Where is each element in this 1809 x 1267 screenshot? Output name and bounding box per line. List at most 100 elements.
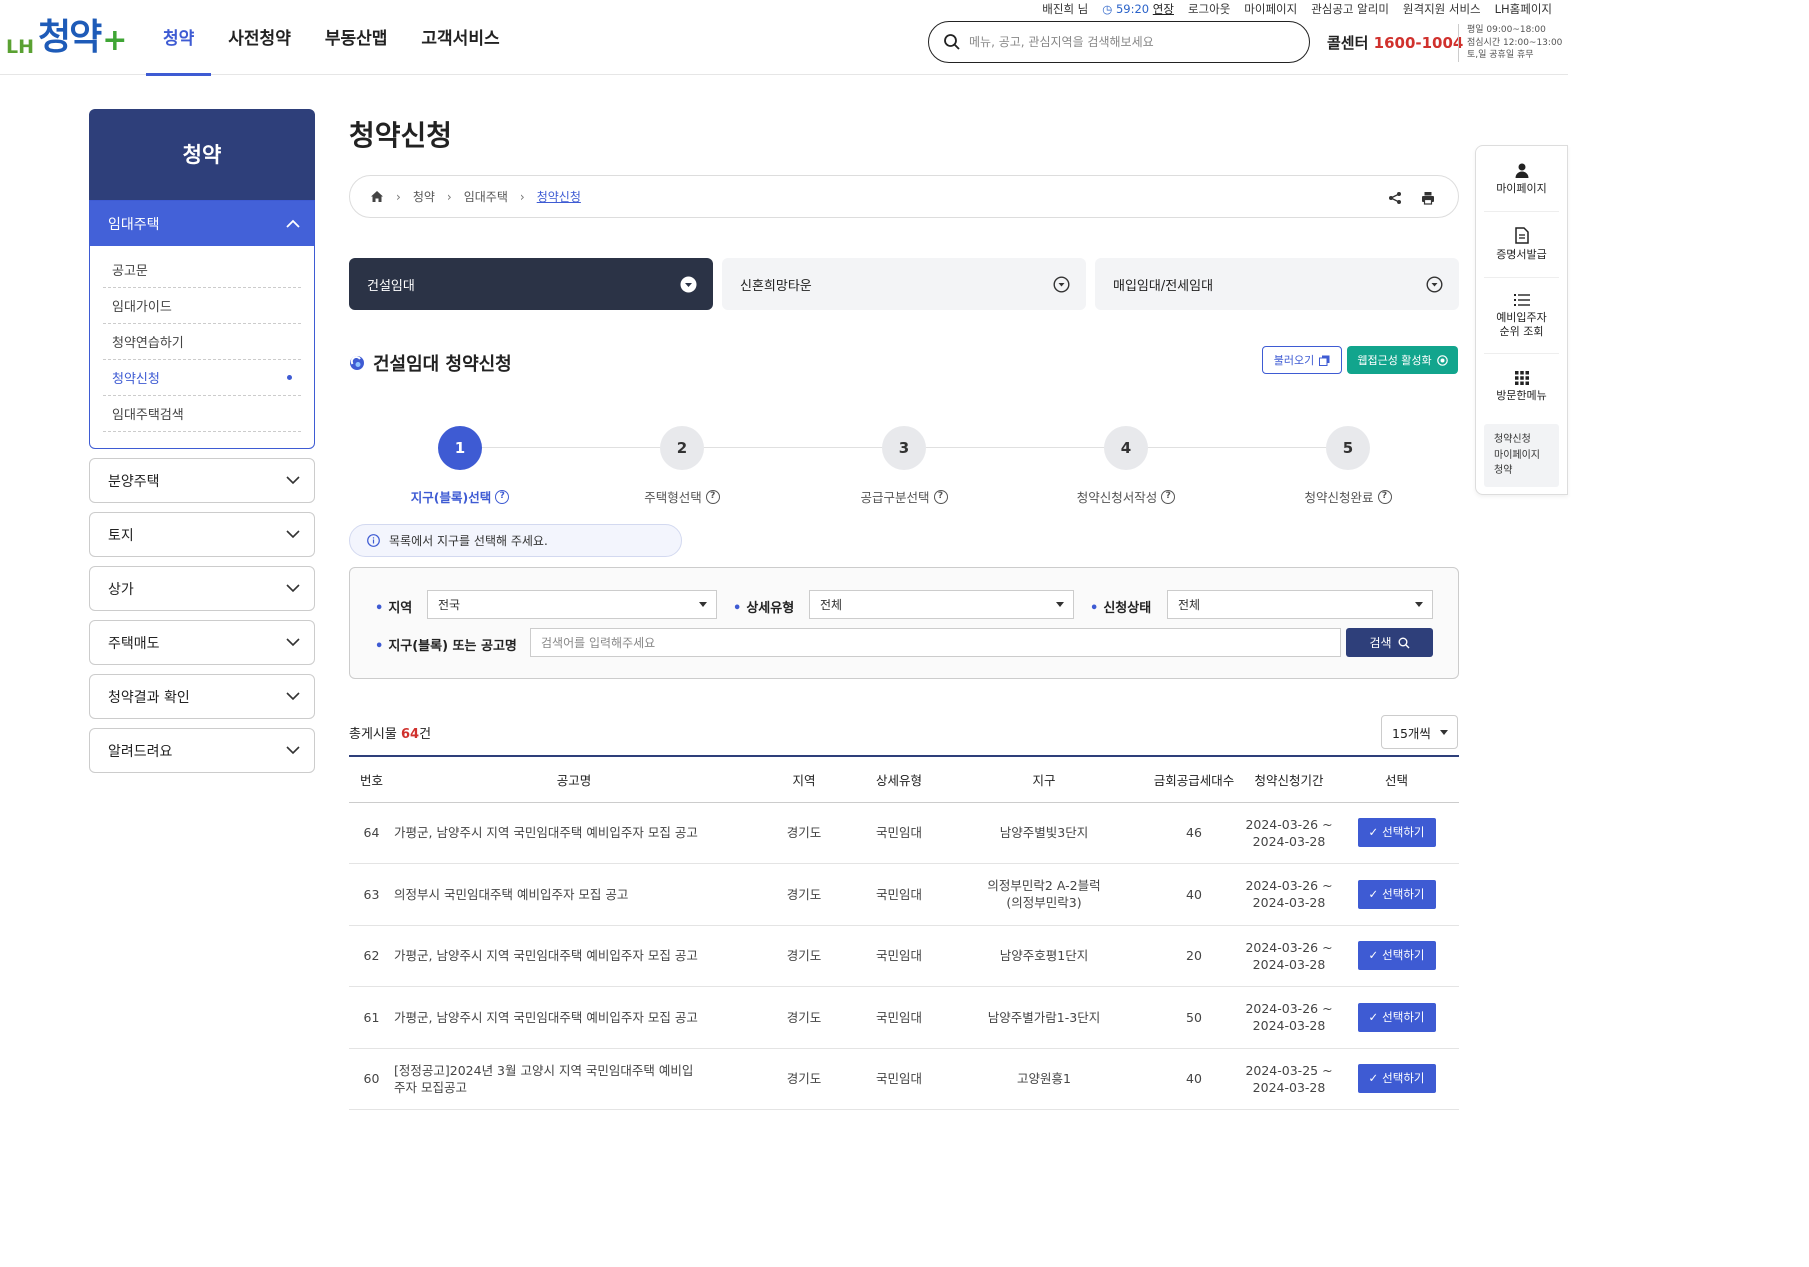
step-3: 3 공급구분선택?: [793, 426, 1015, 506]
share-icon[interactable]: [1388, 191, 1402, 205]
help-icon[interactable]: ?: [1161, 489, 1176, 504]
sidebar-title: 청약: [89, 109, 315, 202]
callcenter: 콜센터 1600-1004: [1327, 34, 1464, 52]
document-icon: [1514, 227, 1529, 244]
breadcrumb: › 청약 › 임대주택 › 청약신청: [349, 175, 1459, 218]
nav-subscription[interactable]: 청약: [146, 0, 212, 76]
grid-icon: [1514, 371, 1529, 385]
announcement-title: [정정공고]2024년 3월 고양시 지역 국민임대주택 예비입주자 모집공고: [394, 1062, 694, 1095]
help-icon[interactable]: ?: [1377, 489, 1392, 504]
per-page-select[interactable]: 15개씩: [1381, 715, 1458, 749]
quick-waitlist-rank[interactable]: 예비입주자 순위 조회: [1484, 278, 1559, 354]
quick-mypage[interactable]: 마이페이지: [1484, 146, 1559, 212]
sidebar-group-sale[interactable]: 분양주택: [89, 458, 315, 503]
sidebar-item-rental-guide[interactable]: 임대가이드: [103, 288, 301, 324]
recent-menu-item[interactable]: 청약: [1494, 463, 1549, 479]
status-select[interactable]: 전체: [1167, 590, 1433, 619]
chevron-down-icon: [286, 746, 300, 755]
announcement-table: 번호 공고명 지역 상세유형 지구 금회공급세대수 청약신청기간 선택 64 가…: [349, 755, 1459, 1110]
interest-alert-link[interactable]: 관심공고 알리미: [1311, 1, 1389, 17]
tab-purchase-lease[interactable]: 매입임대/전세임대: [1095, 258, 1459, 310]
dropdown-arrow-icon: [1415, 602, 1423, 607]
sidebar-item-notice[interactable]: 공고문: [103, 252, 301, 288]
sidebar-group-commercial[interactable]: 상가: [89, 566, 315, 611]
copy-icon: [1319, 355, 1330, 366]
help-icon[interactable]: ?: [933, 489, 948, 504]
step-2: 2 주택형선택?: [571, 426, 793, 506]
quick-visited-menu[interactable]: 방문한메뉴: [1484, 354, 1559, 420]
chevron-down-icon: [286, 476, 300, 485]
check-icon: ✓: [1368, 1009, 1379, 1024]
sidebar-group-results[interactable]: 청약결과 확인: [89, 674, 315, 719]
nav-pre-subscription[interactable]: 사전청약: [211, 0, 308, 75]
keyword-input[interactable]: 검색어를 입력해주세요: [530, 628, 1341, 657]
sidebar-item-rental-search[interactable]: 임대주택검색: [103, 396, 301, 432]
region-select[interactable]: 전국: [427, 590, 717, 619]
utility-links: 배진희 님 ◷ 59:20 연장 로그아웃 마이페이지 관심공고 알리미 원격지…: [1042, 1, 1552, 17]
quick-certificate[interactable]: 증명서발급: [1484, 212, 1559, 278]
col-units: 금회공급세대수: [1153, 772, 1235, 788]
quick-menu: 마이페이지 증명서발급 예비입주자 순위 조회 방문한메뉴 청약신청 마이페이지…: [1475, 145, 1568, 495]
sidebar-group-rental: 임대주택 공고문 임대가이드 청약연습하기 청약신청 임대주택검색: [89, 200, 315, 449]
dropdown-arrow-icon: [1056, 602, 1064, 607]
sidebar-group-land[interactable]: 토지: [89, 512, 315, 557]
page-title: 청약신청: [349, 119, 453, 152]
lh-home-link[interactable]: LH홈페이지: [1495, 1, 1552, 17]
lh-logo[interactable]: LH 청약 +: [6, 14, 127, 59]
notice-message: 목록에서 지구를 선택해 주세요.: [349, 524, 682, 557]
col-district: 지구: [1032, 772, 1056, 788]
breadcrumb-item[interactable]: 임대주택: [464, 188, 508, 205]
mypage-link[interactable]: 마이페이지: [1244, 1, 1297, 17]
clock-icon: ◷: [1102, 2, 1113, 16]
sidebar-group-info[interactable]: 알려드려요: [89, 728, 315, 773]
chevron-down-icon: [286, 638, 300, 647]
rental-type-tabs: 건설임대 신혼희망타운 매입임대/전세임대: [349, 258, 1459, 310]
user-name: 배진희 님: [1042, 2, 1089, 16]
select-button[interactable]: ✓ 선택하기: [1357, 941, 1436, 971]
select-button[interactable]: ✓ 선택하기: [1357, 1002, 1436, 1032]
chevron-down-icon: [286, 530, 300, 539]
search-icon[interactable]: [943, 33, 961, 51]
help-icon[interactable]: ?: [495, 489, 510, 504]
type-select[interactable]: 전체: [809, 590, 1074, 619]
select-button[interactable]: ✓ 선택하기: [1357, 879, 1436, 909]
recent-menu-item[interactable]: 마이페이지: [1494, 448, 1549, 464]
search-icon: [1398, 637, 1410, 648]
nav-real-estate-map[interactable]: 부동산맵: [308, 0, 405, 75]
global-search[interactable]: [928, 21, 1310, 63]
dropdown-arrow-icon: [699, 602, 707, 607]
extend-session-link[interactable]: 연장: [1153, 2, 1174, 16]
breadcrumb-current[interactable]: 청약신청: [537, 188, 581, 205]
sidebar-item-practice[interactable]: 청약연습하기: [103, 324, 301, 360]
table-row: 60 [정정공고]2024년 3월 고양시 지역 국민임대주택 예비입주자 모집…: [349, 1048, 1459, 1110]
accessibility-button[interactable]: 웹접근성 활성화: [1347, 346, 1458, 374]
recent-menu-item[interactable]: 청약신청: [1494, 432, 1549, 448]
logout-link[interactable]: 로그아웃: [1188, 1, 1230, 17]
print-icon[interactable]: [1421, 191, 1435, 205]
search-button[interactable]: 검색: [1346, 628, 1433, 657]
tab-construction-rental[interactable]: 건설임대: [349, 258, 713, 310]
select-button[interactable]: ✓ 선택하기: [1357, 818, 1436, 848]
chevron-down-circle-icon: [1053, 275, 1070, 293]
home-icon[interactable]: [370, 190, 384, 203]
load-button[interactable]: 불러오기: [1262, 346, 1342, 374]
chevron-down-icon: [286, 584, 300, 593]
col-select: 선택: [1384, 772, 1408, 788]
check-icon: ✓: [1368, 825, 1379, 840]
breadcrumb-item[interactable]: 청약: [413, 188, 435, 205]
breadcrumb-sep-icon: ›: [519, 189, 525, 204]
remote-support-link[interactable]: 원격지원 서비스: [1403, 1, 1481, 17]
sidebar-item-apply[interactable]: 청약신청: [103, 360, 301, 396]
search-input[interactable]: [969, 35, 1289, 49]
sidebar-group-rental-header[interactable]: 임대주택: [90, 201, 314, 246]
select-button[interactable]: ✓ 선택하기: [1357, 1064, 1436, 1094]
help-icon[interactable]: ?: [705, 489, 720, 504]
recent-menu-list: 청약신청 마이페이지 청약: [1484, 424, 1559, 487]
tab-newlywed-town[interactable]: 신혼희망타운: [722, 258, 1086, 310]
nav-customer-service[interactable]: 고객서비스: [404, 0, 516, 75]
table-row: 63 의정부시 국민임대주택 예비입주자 모집 공고 경기도 국민임대 의정부민…: [349, 864, 1459, 925]
step-number: 1: [438, 426, 482, 470]
step-number: 2: [660, 426, 704, 470]
target-icon: [1436, 354, 1448, 366]
sidebar-group-house-sale[interactable]: 주택매도: [89, 620, 315, 665]
